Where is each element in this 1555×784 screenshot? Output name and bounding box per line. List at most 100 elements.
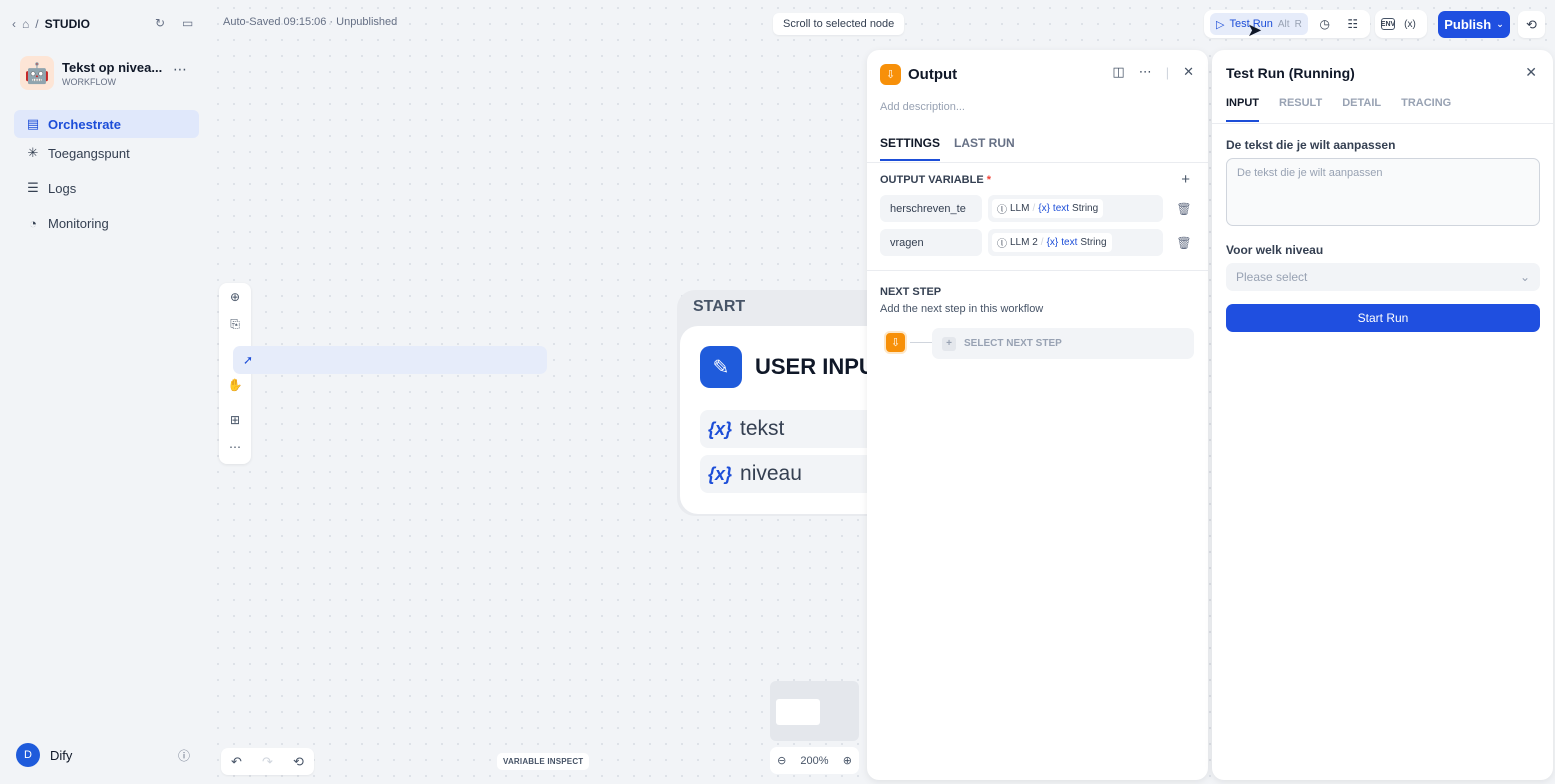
field-label-tekst: De tekst die je wilt aanpassen bbox=[1226, 138, 1396, 152]
user-account[interactable]: D Dify bbox=[16, 743, 72, 767]
chevron-left-icon[interactable]: ‹ bbox=[12, 17, 16, 31]
nav-item-orchestrate[interactable]: ▤ Orchestrate bbox=[14, 110, 199, 138]
canvas-toolbox: ⊕ ⎘ ➚ ✋ ⊞ ⋯ bbox=[219, 283, 547, 464]
nav-item-label: Logs bbox=[48, 180, 77, 196]
select-next-step-button[interactable]: + SELECT NEXT STEP bbox=[932, 328, 1194, 359]
breadcrumb-separator: / bbox=[35, 17, 39, 31]
panel-header-actions: ◫ ⋯ | ✕ bbox=[1112, 64, 1194, 80]
variable-source-selector[interactable]: ⓛ LLM 2 / {x} text String bbox=[988, 229, 1163, 256]
help-icon[interactable]: ⓘ bbox=[178, 747, 190, 764]
app-robot-icon: 🤖 bbox=[20, 56, 54, 90]
next-step-description: Add the next step in this workflow bbox=[880, 303, 1044, 315]
shortcut-alt: Alt bbox=[1277, 18, 1290, 30]
nav-item-monitoring[interactable]: ◔ Monitoring bbox=[14, 209, 199, 237]
undo-icon[interactable]: ↶ bbox=[231, 754, 242, 770]
chevron-down-icon: ⌄ bbox=[1496, 19, 1504, 29]
env-icon[interactable]: ENV bbox=[1381, 18, 1395, 30]
source-type: String bbox=[1072, 203, 1099, 214]
close-icon[interactable]: ✕ bbox=[1183, 64, 1194, 80]
sync-icon[interactable]: ↻ bbox=[155, 16, 165, 30]
tab-detail[interactable]: DETAIL bbox=[1342, 97, 1381, 122]
variable-inspect-button[interactable]: VARIABLE INSPECT bbox=[497, 753, 590, 770]
scroll-to-selected-button[interactable]: Scroll to selected node bbox=[773, 13, 905, 35]
output-node-icon: ⇩ bbox=[884, 331, 907, 354]
variable-icon: {x} bbox=[1046, 237, 1059, 248]
breadcrumb-studio[interactable]: STUDIO bbox=[45, 17, 90, 31]
add-variable-icon[interactable]: + bbox=[1181, 171, 1190, 188]
output-variable-header: OUTPUT VARIABLE * bbox=[880, 174, 991, 186]
source-separator: / bbox=[1032, 203, 1036, 214]
tab-result[interactable]: RESULT bbox=[1279, 97, 1322, 122]
tab-tracing[interactable]: TRACING bbox=[1401, 97, 1451, 122]
organize-blocks-icon[interactable]: ⊞ bbox=[223, 408, 247, 432]
output-variable-row: vragen ⓛ LLM 2 / {x} text String 🗑 bbox=[880, 229, 1195, 256]
variable-name-input[interactable]: herschreven_te bbox=[880, 195, 982, 222]
variable-source-chip: ⓛ LLM / {x} text String bbox=[992, 199, 1104, 218]
checklist-clock-icon[interactable]: ◷ bbox=[1314, 13, 1336, 35]
tab-input[interactable]: INPUT bbox=[1226, 97, 1259, 122]
tekst-textarea[interactable]: De tekst die je wilt aanpassen bbox=[1226, 158, 1540, 226]
variable-icon[interactable]: (x) bbox=[1399, 13, 1421, 35]
split-view-icon[interactable]: ◫ bbox=[1112, 64, 1124, 80]
variable-source-selector[interactable]: ⓛ LLM / {x} text String bbox=[988, 195, 1163, 222]
test-run-panel: Test Run (Running) ✕ INPUT RESULT DETAIL… bbox=[1212, 50, 1553, 780]
publish-button[interactable]: Publish ⌄ bbox=[1438, 11, 1510, 38]
collapse-sidebar-icon[interactable]: ▭ bbox=[182, 16, 193, 30]
variable-name-input[interactable]: vragen bbox=[880, 229, 982, 256]
app-name: Tekst op nivea... bbox=[62, 59, 163, 75]
test-run-title: Test Run (Running) bbox=[1226, 65, 1355, 81]
output-node-panel: ⇩ Output ◫ ⋯ | ✕ Add description... SETT… bbox=[867, 50, 1208, 780]
home-icon[interactable]: ⌂ bbox=[22, 17, 29, 31]
start-run-button[interactable]: Start Run bbox=[1226, 304, 1540, 332]
save-status: Auto-Saved 09:15:06 · Unpublished bbox=[223, 16, 398, 28]
undo-redo-bar: ↶ ↷ ⟲ bbox=[221, 748, 314, 775]
more-tools-icon[interactable]: ⋯ bbox=[223, 435, 247, 459]
start-node-label: START bbox=[693, 298, 746, 315]
mouse-cursor-icon: ➤ bbox=[1247, 20, 1263, 40]
output-panel-title[interactable]: Output bbox=[908, 66, 957, 83]
tab-settings[interactable]: SETTINGS bbox=[880, 136, 941, 161]
close-icon[interactable]: ✕ bbox=[1525, 64, 1537, 81]
minimap[interactable] bbox=[770, 681, 859, 741]
monitoring-icon: ◔ bbox=[29, 215, 37, 231]
app-more-icon[interactable]: ⋯ bbox=[173, 61, 187, 78]
hand-mode-icon[interactable]: ✋ bbox=[223, 373, 247, 397]
zoom-level[interactable]: 200% bbox=[800, 755, 828, 767]
tab-last-run[interactable]: LAST RUN bbox=[954, 136, 1015, 161]
pointer-mode-icon[interactable]: ➚ bbox=[233, 346, 547, 374]
delete-variable-icon[interactable]: 🗑 bbox=[1173, 236, 1195, 250]
minimap-node bbox=[776, 699, 820, 725]
tab-divider bbox=[867, 162, 1208, 163]
variable-icon: {x} bbox=[1038, 203, 1050, 214]
source-separator: / bbox=[1040, 237, 1044, 248]
select-placeholder: Please select bbox=[1236, 270, 1308, 284]
add-node-icon[interactable]: ⊕ bbox=[223, 285, 247, 309]
start-variable-name: tekst bbox=[740, 417, 785, 440]
history-icon[interactable]: ⟲ bbox=[293, 754, 304, 770]
redo-icon[interactable]: ↷ bbox=[262, 754, 273, 770]
app-card[interactable]: 🤖 Tekst op nivea... WORKFLOW bbox=[20, 56, 162, 90]
nav-item-toegangspunt[interactable]: ✳ Toegangspunt bbox=[14, 139, 199, 167]
description-input[interactable]: Add description... bbox=[880, 101, 965, 113]
llm-icon: ⓛ bbox=[997, 205, 1007, 216]
output-node-icon: ⇩ bbox=[880, 64, 901, 85]
test-run-tabs: INPUT RESULT DETAIL TRACING bbox=[1226, 97, 1451, 122]
add-note-icon[interactable]: ⎘ bbox=[223, 312, 247, 336]
output-variable-row: herschreven_te ⓛ LLM / {x} text String 🗑 bbox=[880, 195, 1195, 222]
connector-line bbox=[910, 342, 932, 343]
sidebar: ‹ ⌂ / STUDIO ↻ ▭ 🤖 Tekst op nivea... WOR… bbox=[0, 0, 210, 784]
play-icon: ▷ bbox=[1216, 18, 1225, 31]
version-history-button[interactable]: ⟲ bbox=[1518, 11, 1545, 38]
zoom-out-icon[interactable]: ⊖ bbox=[777, 754, 786, 767]
nav-item-logs[interactable]: ☰ Logs bbox=[14, 174, 199, 202]
chevron-down-icon: ⌄ bbox=[1519, 270, 1530, 284]
nav-item-label: Toegangspunt bbox=[48, 145, 130, 161]
zoom-in-icon[interactable]: ⊕ bbox=[843, 754, 852, 767]
checklist-icon[interactable]: ☷ bbox=[1342, 13, 1364, 35]
more-icon[interactable]: ⋯ bbox=[1139, 64, 1152, 80]
delete-variable-icon[interactable]: 🗑 bbox=[1173, 202, 1195, 216]
source-var: text bbox=[1052, 203, 1070, 214]
niveau-select[interactable]: Please select ⌄ bbox=[1226, 263, 1540, 291]
plus-icon: + bbox=[942, 336, 956, 351]
header-divider: | bbox=[1165, 64, 1170, 80]
